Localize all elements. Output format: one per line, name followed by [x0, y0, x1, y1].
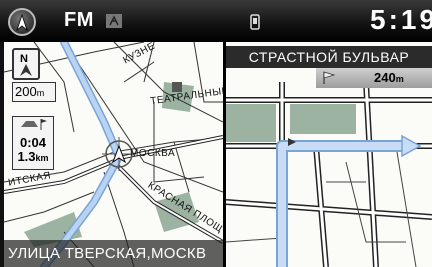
scale-unit: m [36, 88, 45, 98]
next-distance-unit: m [395, 74, 404, 84]
turn-arrow-icon [401, 134, 422, 158]
flag-icon [323, 71, 336, 84]
city-label-moskva: МОСКВА [130, 148, 176, 159]
phone-icon [250, 14, 260, 30]
north-up-button[interactable]: N [12, 48, 40, 80]
next-street-name: СТРАСТНОЙ БУЛЬВАР [226, 46, 432, 68]
radio-signal-icon [106, 14, 122, 28]
compass-icon [16, 14, 28, 32]
map-view[interactable]: КУЗНЕ ТЕАТРАЛЬНЫЙ П МОСКВА КРАСНАЯ ПЛОЩ … [4, 42, 223, 267]
car-flag-icon [21, 119, 47, 130]
north-arrow-icon: N [20, 53, 32, 76]
next-distance-value: 240 [374, 70, 396, 85]
intersection-zoom-view: СТРАСТНОЙ БУЛЬВАР 240m [226, 42, 432, 267]
scale-value: 200 [15, 84, 37, 99]
trip-time: 0:04 [19, 135, 47, 150]
park-block [290, 104, 356, 134]
home-button[interactable] [8, 8, 36, 36]
svg-text:N: N [20, 53, 28, 65]
trip-distance-unit: km [35, 153, 49, 163]
park-block [226, 104, 276, 142]
next-maneuver-distance: 240m [316, 68, 432, 88]
trip-distance-value: 1.3 [17, 149, 36, 164]
status-bar: FM 5:19 [0, 0, 432, 42]
trip-info-box[interactable]: 0:04 1.3km [12, 116, 54, 170]
audio-source-label[interactable]: FM [64, 9, 94, 32]
current-street-name: УЛИЦА ТВЕРСКАЯ,МОСКВ [4, 240, 223, 267]
clock: 5:19 [370, 4, 432, 35]
map-scale[interactable]: 200m [12, 82, 56, 102]
